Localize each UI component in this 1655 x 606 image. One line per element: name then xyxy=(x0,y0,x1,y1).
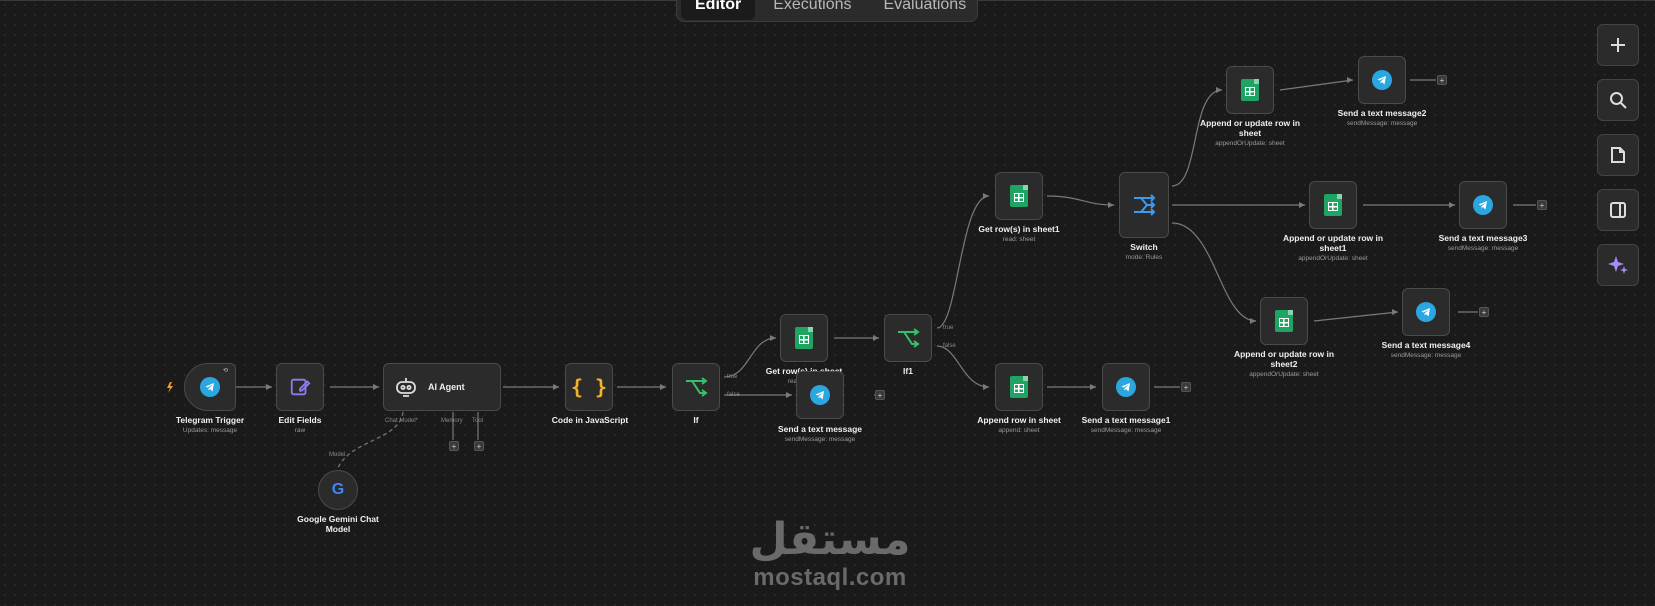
append-update2-node[interactable] xyxy=(1260,297,1308,345)
append-update-label: Append or update row in sheet appendOrUp… xyxy=(1199,118,1301,147)
append-update2-label: Append or update row in sheet2 appendOrU… xyxy=(1233,349,1335,378)
switch-route-icon xyxy=(1134,194,1156,216)
add-node-button[interactable]: + xyxy=(1437,75,1447,85)
memory-port-label: Memory xyxy=(441,418,463,424)
code-javascript-node[interactable]: { } xyxy=(565,363,613,411)
panel-icon xyxy=(1610,202,1626,218)
append-row-label: Append row in sheet append: sheet xyxy=(977,415,1061,434)
ai-agent-node[interactable]: AI Agent xyxy=(383,363,501,411)
google-sheets-icon xyxy=(1275,310,1293,332)
if-node[interactable] xyxy=(672,363,720,411)
sticky-note-icon xyxy=(1611,147,1625,163)
search-toolbar-button[interactable] xyxy=(1597,79,1639,121)
trigger-status-icon: ⟲ xyxy=(223,368,229,374)
telegram-icon xyxy=(1416,302,1436,322)
branch-icon xyxy=(686,377,708,397)
gemini-chat-model-node[interactable]: G xyxy=(318,470,358,510)
send-message1-label: Send a text message1 sendMessage: messag… xyxy=(1081,415,1171,434)
get-rows1-label: Get row(s) in sheet1 read: sheet xyxy=(978,224,1060,243)
add-node-button[interactable]: + xyxy=(1181,382,1191,392)
switch-node[interactable] xyxy=(1119,172,1169,238)
add-node-button[interactable]: + xyxy=(1537,200,1547,210)
ai-agent-title: AI Agent xyxy=(428,382,465,392)
telegram-icon xyxy=(1116,377,1136,397)
google-sheets-icon xyxy=(1010,185,1028,207)
add-tool-button[interactable]: + xyxy=(474,441,484,451)
add-node-button[interactable]: + xyxy=(875,390,885,400)
send-message2-node[interactable] xyxy=(1358,56,1406,104)
telegram-icon xyxy=(810,385,830,405)
if1-true-label: true xyxy=(943,325,954,331)
if-false-label: false xyxy=(727,392,740,398)
send-message4-label: Send a text message4 sendMessage: messag… xyxy=(1381,340,1471,359)
telegram-icon xyxy=(1473,195,1493,215)
google-sheets-icon xyxy=(1324,194,1342,216)
code-label: Code in JavaScript xyxy=(551,415,629,425)
send-message1-node[interactable] xyxy=(1102,363,1150,411)
send-message-label: Send a text message sendMessage: message xyxy=(777,424,863,443)
send-message2-label: Send a text message2 sendMessage: messag… xyxy=(1337,108,1427,127)
google-sheets-icon xyxy=(1241,79,1259,101)
send-message-node[interactable] xyxy=(796,371,844,419)
robot-icon xyxy=(396,378,416,397)
switch-label: Switch mode: Rules xyxy=(1125,242,1163,261)
if-true-label: true xyxy=(727,374,738,380)
google-g-icon: G xyxy=(331,481,345,498)
send-message3-label: Send a text message3 sendMessage: messag… xyxy=(1438,233,1528,252)
edit-fields-node[interactable] xyxy=(276,363,324,411)
plus-icon xyxy=(1611,38,1625,52)
if1-false-label: false xyxy=(943,343,956,349)
if1-label: If1 xyxy=(903,366,913,376)
add-memory-button[interactable]: + xyxy=(449,441,459,451)
telegram-icon xyxy=(200,377,220,397)
if-label: If xyxy=(693,415,699,425)
code-braces-icon: { } xyxy=(570,375,608,399)
google-sheets-icon xyxy=(795,327,813,349)
sparkle-icon xyxy=(1608,256,1628,274)
add-node-button[interactable]: + xyxy=(1479,307,1489,317)
edit-fields-label: Edit Fields raw xyxy=(278,415,322,434)
model-port-label: Model xyxy=(329,452,346,458)
watermark-arabic: مستقل xyxy=(749,514,911,565)
if1-node[interactable] xyxy=(884,314,932,362)
google-sheets-icon xyxy=(1010,376,1028,398)
get-rows1-node[interactable] xyxy=(995,172,1043,220)
tool-port-label: Tool xyxy=(472,418,484,424)
sticky-note-toolbar-button[interactable] xyxy=(1597,134,1639,176)
search-icon xyxy=(1610,92,1627,109)
ai-assistant-toolbar-button[interactable] xyxy=(1597,244,1639,286)
panel-toolbar-button[interactable] xyxy=(1597,189,1639,231)
branch-icon xyxy=(898,328,920,348)
telegram-icon xyxy=(1372,70,1392,90)
mostaql-watermark: مستقل mostaql.com xyxy=(740,518,920,592)
telegram-trigger-node[interactable] xyxy=(184,363,236,411)
append-row-node[interactable] xyxy=(995,363,1043,411)
append-update1-node[interactable] xyxy=(1309,181,1357,229)
send-message4-node[interactable] xyxy=(1402,288,1450,336)
gemini-label: Google Gemini Chat Model xyxy=(297,514,379,534)
append-update-node[interactable] xyxy=(1226,66,1274,114)
edit-pencil-icon xyxy=(290,378,311,396)
add-node-toolbar-button[interactable] xyxy=(1597,24,1639,66)
watermark-latin: mostaql.com xyxy=(753,564,907,591)
append-update1-label: Append or update row in sheet1 appendOrU… xyxy=(1282,233,1384,262)
chat-model-port-label: Chat Model* xyxy=(385,418,419,424)
send-message3-node[interactable] xyxy=(1459,181,1507,229)
get-rows-node[interactable] xyxy=(780,314,828,362)
